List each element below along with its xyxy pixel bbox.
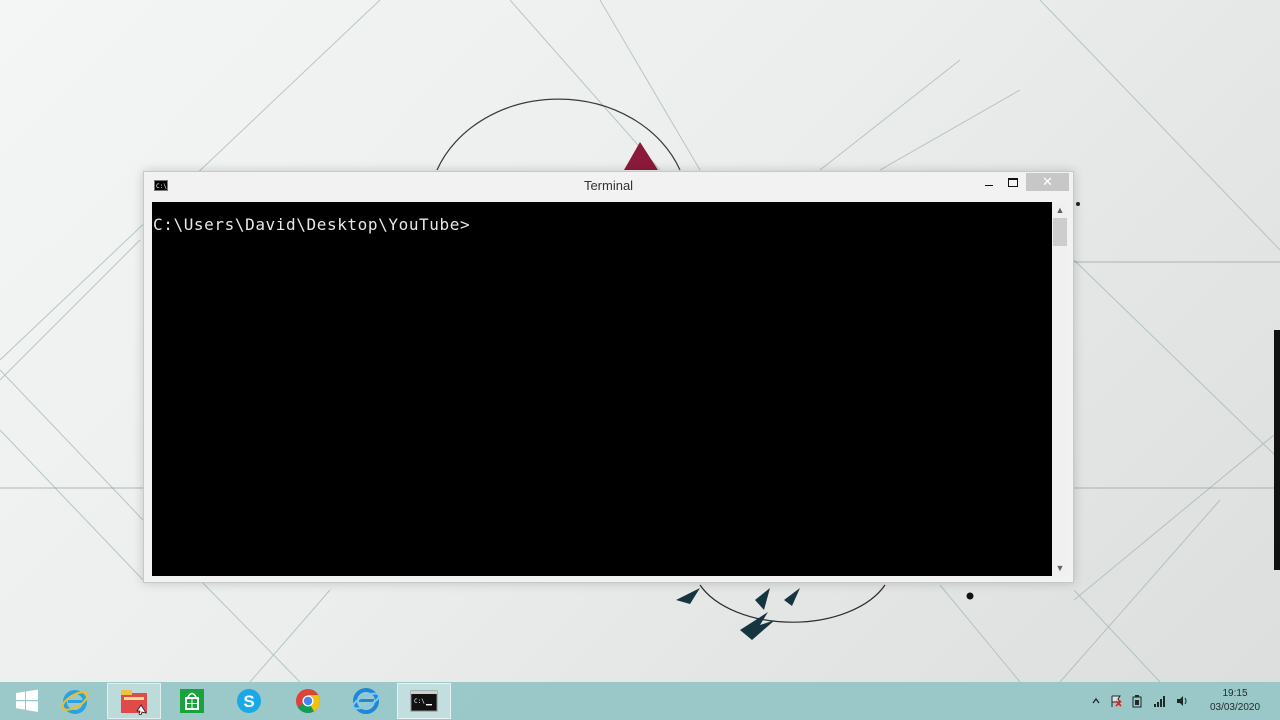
clock-date: 03/03/2020 — [1209, 702, 1261, 713]
start-icon — [16, 689, 38, 712]
command-prompt-taskbar-button[interactable]: C:\ — [397, 683, 451, 719]
close-icon: ✕ — [1042, 174, 1053, 189]
minimize-button[interactable] — [977, 173, 1001, 191]
taskbar-clock[interactable]: 19:15 03/03/2020 — [1202, 687, 1268, 715]
skype-taskbar-button[interactable]: S — [222, 683, 276, 719]
edge-taskbar-button[interactable] — [339, 683, 393, 719]
skype-icon: S — [237, 689, 261, 713]
scroll-thumb[interactable] — [1053, 218, 1067, 246]
svg-text:S: S — [243, 692, 254, 711]
vertical-scrollbar[interactable]: ▲ ▼ — [1052, 202, 1068, 576]
internet-explorer-taskbar-button[interactable] — [48, 683, 102, 719]
close-button[interactable]: ✕ — [1026, 173, 1069, 191]
chrome-icon — [296, 689, 320, 714]
scroll-down-arrow-icon[interactable]: ▼ — [1052, 560, 1068, 576]
title-bar[interactable]: C:\ Terminal ✕ — [144, 172, 1073, 201]
store-icon — [180, 689, 204, 713]
internet-explorer-icon — [61, 690, 89, 714]
action-center-flag-icon[interactable] — [1109, 694, 1123, 708]
start-button[interactable] — [0, 683, 54, 719]
window-title: Terminal — [583, 178, 634, 193]
system-tray — [1084, 682, 1204, 720]
terminal-window: C:\ Terminal ✕ C:\Users\David\Desktop\Yo… — [143, 171, 1074, 583]
taskbar: S C:\ 19:15 03/03/2020 — [0, 682, 1280, 720]
scroll-up-arrow-icon[interactable]: ▲ — [1052, 202, 1068, 218]
store-taskbar-button[interactable] — [165, 683, 219, 719]
maximize-icon — [1008, 177, 1018, 187]
svg-text:C:\: C:\ — [414, 698, 425, 705]
file-explorer-icon — [121, 690, 147, 715]
minimize-icon — [985, 184, 993, 186]
desktop: C:\ Terminal ✕ C:\Users\David\Desktop\Yo… — [0, 0, 1280, 720]
power-icon[interactable] — [1130, 694, 1144, 708]
console-output[interactable]: C:\Users\David\Desktop\YouTube> — [152, 202, 1052, 576]
edge-icon — [352, 688, 380, 714]
command-prompt-icon: C:\ — [410, 690, 438, 712]
chrome-taskbar-button[interactable] — [281, 683, 335, 719]
network-signal-icon[interactable] — [1153, 694, 1167, 708]
show-hidden-icons-chevron-icon[interactable] — [1089, 694, 1103, 708]
console-prompt: C:\Users\David\Desktop\YouTube> — [153, 215, 471, 234]
maximize-button[interactable] — [1001, 173, 1025, 191]
volume-icon[interactable] — [1175, 694, 1189, 708]
clock-time: 19:15 — [1222, 688, 1248, 699]
file-explorer-taskbar-button[interactable] — [107, 683, 161, 719]
